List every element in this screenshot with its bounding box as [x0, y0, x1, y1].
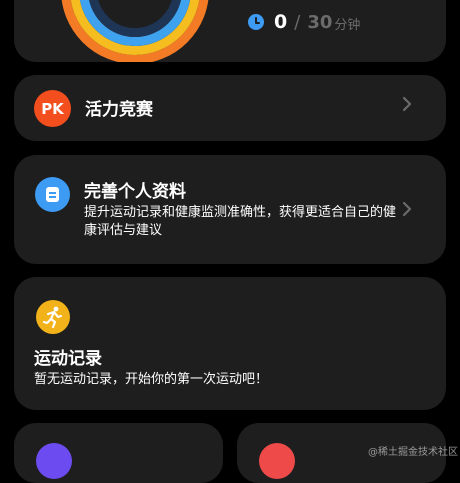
complete-profile-card[interactable]: 完善个人资料 提升运动记录和健康监测准确性，获得更适合自己的健康评估与建议: [14, 155, 446, 264]
purple-icon: [36, 443, 72, 479]
pk-badge-icon: PK: [34, 90, 71, 127]
exercise-empty-text: 暂无运动记录，开始你的第一次运动吧！: [34, 372, 269, 387]
document-icon: [35, 177, 70, 212]
screen: { "activity": { "current": "0", "separat…: [0, 0, 460, 483]
clock-icon: [248, 14, 264, 30]
activity-ring-card[interactable]: 0 / 30 分钟: [14, 0, 446, 62]
exercise-record-card[interactable]: 运动记录 暂无运动记录，开始你的第一次运动吧！: [14, 277, 446, 410]
running-person-icon: [36, 300, 70, 334]
bottom-left-card[interactable]: [14, 423, 223, 483]
activity-unit: 分钟: [334, 18, 361, 33]
activity-progress: 0 / 30 分钟: [248, 10, 360, 34]
activity-separator: /: [294, 11, 301, 33]
chevron-right-icon: [401, 199, 413, 224]
chevron-right-icon: [401, 94, 413, 119]
watermark: @稀土掘金技术社区: [368, 447, 458, 458]
exercise-title: 运动记录: [34, 349, 102, 369]
activity-current-value: 0: [274, 11, 288, 33]
profile-description: 提升运动记录和健康监测准确性，获得更适合自己的健康评估与建议: [84, 205, 397, 238]
profile-title: 完善个人资料: [84, 182, 186, 202]
pk-title: 活力竞赛: [85, 100, 153, 120]
heart-icon: [259, 443, 295, 479]
activity-target-value: 30: [307, 11, 333, 33]
pk-competition-card[interactable]: PK 活力竞赛: [14, 75, 446, 141]
